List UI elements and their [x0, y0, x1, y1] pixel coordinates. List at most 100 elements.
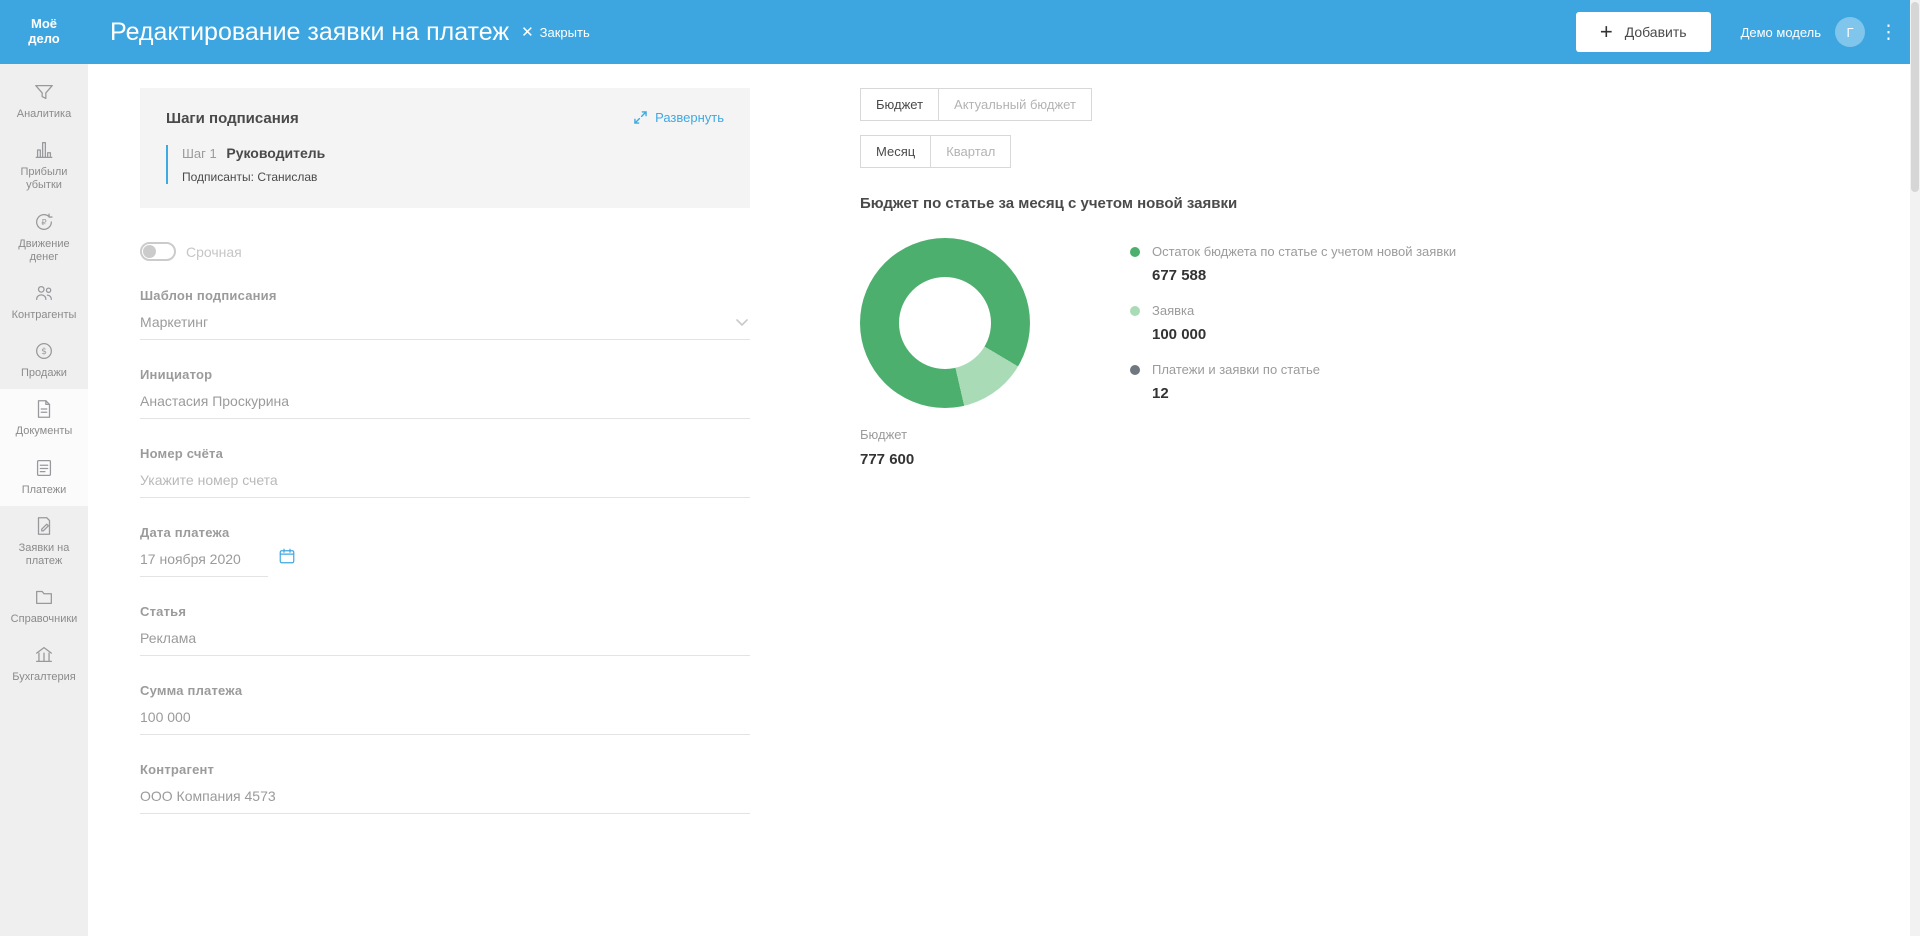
account-number-input[interactable] [140, 461, 750, 498]
sales-icon: $ [33, 340, 55, 362]
budget-panel: Бюджет Актуальный бюджет Месяц Квартал Б… [860, 88, 1580, 468]
sidebar-item-label: Продажи [21, 367, 67, 380]
signing-step: Шаг 1 Руководитель Подписанты: Станислав [166, 145, 724, 184]
sidebar-item-documents[interactable]: Документы [0, 389, 88, 447]
field-account-number: Номер счёта [140, 446, 750, 498]
app-logo[interactable]: Моё дело [0, 17, 88, 47]
step-number: Шаг 1 [182, 146, 217, 161]
legend-dot-icon [1130, 247, 1140, 257]
article-input[interactable] [140, 619, 750, 656]
vertical-scrollbar[interactable] [1910, 0, 1920, 936]
documents-icon [33, 398, 55, 420]
sidebar-item-label: Бухгалтерия [12, 671, 76, 684]
tab-budget[interactable]: Бюджет [860, 88, 939, 121]
sidebar-item-label: Платежи [22, 484, 67, 497]
legend-value: 12 [1152, 385, 1456, 402]
sidebar-item-accounting[interactable]: Бухгалтерия [0, 635, 88, 693]
topbar: Моё дело Редактирование заявки на платеж… [0, 0, 1920, 64]
tab-month[interactable]: Месяц [860, 135, 931, 168]
sidebar-item-profit-loss[interactable]: Прибыли убытки [0, 130, 88, 201]
add-button[interactable]: + Добавить [1576, 12, 1711, 52]
budget-total-label: Бюджет [860, 427, 1580, 442]
sidebar-item-payments[interactable]: Платежи [0, 448, 88, 506]
cash-flow-icon: ₽ [33, 211, 55, 233]
logo-line2: дело [0, 32, 88, 47]
sidebar: Аналитика Прибыли убытки ₽ Движение дене… [0, 64, 88, 936]
analytics-icon [33, 81, 55, 103]
legend-dot-icon [1130, 365, 1140, 375]
tab-actual-budget[interactable]: Актуальный бюджет [938, 88, 1092, 121]
close-label: Закрыть [540, 25, 590, 40]
sidebar-item-sales[interactable]: $ Продажи [0, 331, 88, 389]
sidebar-item-label: Аналитика [17, 108, 71, 121]
avatar[interactable]: Г [1835, 17, 1865, 47]
step-role: Руководитель [226, 145, 325, 161]
payment-request-form: Шаги подписания Развернуть Шаг 1 Руковод… [140, 88, 750, 814]
signing-steps-title: Шаги подписания [166, 110, 299, 127]
initiator-input[interactable] [140, 382, 750, 419]
counterparties-icon [33, 282, 55, 304]
step-signers: Подписанты: Станислав [182, 170, 724, 184]
legend-dot-icon [1130, 306, 1140, 316]
sidebar-item-cash-flow[interactable]: ₽ Движение денег [0, 202, 88, 273]
budget-total-value: 777 600 [860, 451, 1580, 468]
field-label: Сумма платежа [140, 683, 750, 698]
close-button[interactable]: ✕ Закрыть [521, 23, 590, 41]
sidebar-item-label: Прибыли убытки [3, 166, 85, 192]
calendar-icon[interactable] [278, 547, 296, 570]
toggle-knob-icon [143, 245, 156, 258]
payment-date-input[interactable] [140, 540, 268, 577]
counterparty-input[interactable] [140, 777, 750, 814]
urgent-toggle[interactable] [140, 242, 176, 261]
legend-item-payments-count: Платежи и заявки по статье 12 [1130, 362, 1456, 402]
payment-amount-input[interactable] [140, 698, 750, 735]
legend-value: 677 588 [1152, 267, 1456, 284]
budget-total: Бюджет 777 600 [860, 427, 1580, 468]
urgent-toggle-row: Срочная [140, 242, 750, 261]
sidebar-item-directories[interactable]: Справочники [0, 577, 88, 635]
sidebar-item-payment-requests[interactable]: Заявки на платеж [0, 506, 88, 577]
accounting-icon [33, 644, 55, 666]
kebab-menu-icon[interactable]: ⋮ [1879, 21, 1898, 44]
user-menu-label[interactable]: Демо модель [1741, 25, 1821, 40]
signing-steps-card: Шаги подписания Развернуть Шаг 1 Руковод… [140, 88, 750, 208]
field-counterparty: Контрагент [140, 762, 750, 814]
field-initiator: Инициатор [140, 367, 750, 419]
chart-legend: Остаток бюджета по статье с учетом новой… [1130, 238, 1456, 421]
urgent-toggle-label: Срочная [186, 244, 242, 260]
expand-icon [634, 111, 647, 124]
tab-quarter[interactable]: Квартал [930, 135, 1011, 168]
field-signing-template: Шаблон подписания [140, 288, 750, 340]
budget-tabs: Бюджет Актуальный бюджет [860, 88, 1580, 121]
expand-label: Развернуть [655, 110, 724, 125]
budget-chart: Остаток бюджета по статье с учетом новой… [860, 238, 1580, 421]
legend-label: Остаток бюджета по статье с учетом новой… [1152, 244, 1456, 259]
add-button-label: Добавить [1625, 24, 1687, 40]
svg-text:₽: ₽ [41, 217, 46, 227]
legend-label: Платежи и заявки по статье [1152, 362, 1320, 377]
plus-icon: + [1600, 21, 1613, 43]
sidebar-item-label: Контрагенты [12, 309, 77, 322]
profit-loss-icon [33, 139, 55, 161]
svg-text:$: $ [41, 346, 47, 357]
field-payment-amount: Сумма платежа [140, 683, 750, 735]
field-label: Контрагент [140, 762, 750, 777]
payments-icon [33, 457, 55, 479]
chart-title: Бюджет по статье за месяц с учетом новой… [860, 195, 1580, 212]
main-content: Шаги подписания Развернуть Шаг 1 Руковод… [88, 64, 1920, 936]
close-icon: ✕ [521, 23, 534, 41]
sidebar-item-label: Заявки на платеж [3, 542, 85, 568]
field-label: Дата платежа [140, 525, 750, 540]
page-title: Редактирование заявки на платеж [110, 18, 509, 47]
chevron-down-icon [736, 319, 748, 327]
field-article: Статья [140, 604, 750, 656]
signing-template-select[interactable] [140, 303, 750, 340]
field-payment-date: Дата платежа [140, 525, 750, 577]
legend-item-request: Заявка 100 000 [1130, 303, 1456, 343]
expand-button[interactable]: Развернуть [634, 110, 724, 125]
sidebar-item-analytics[interactable]: Аналитика [0, 72, 88, 130]
sidebar-item-label: Документы [16, 425, 73, 438]
sidebar-item-counterparties[interactable]: Контрагенты [0, 273, 88, 331]
scrollbar-thumb[interactable] [1911, 2, 1919, 192]
field-label: Статья [140, 604, 750, 619]
